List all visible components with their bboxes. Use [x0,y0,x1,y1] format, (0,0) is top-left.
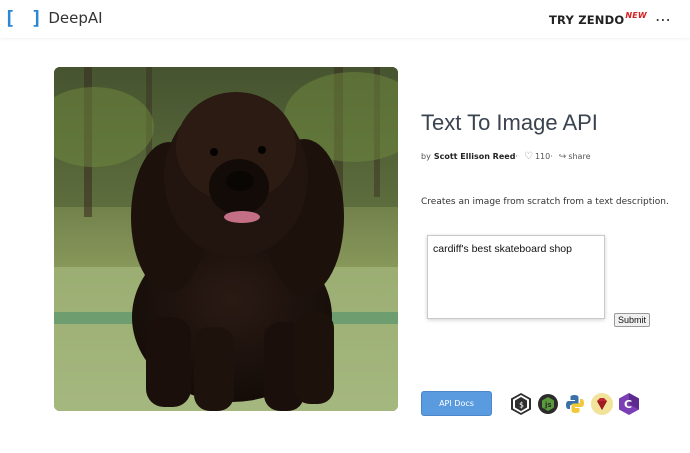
generated-image [54,67,398,411]
page-title: Text To Image API [421,110,598,135]
dog-photo-icon [54,67,398,411]
nodejs-icon[interactable]: js [536,392,560,416]
try-zendo-label: TRY ZENDO [549,13,625,27]
logo-text: DeepAI [48,9,103,27]
heart-icon[interactable]: ♡ [524,151,533,162]
logo-bracket-icon: [ ] [4,7,45,29]
byline-separator: · [515,152,518,161]
api-description: Creates an image from scratch from a tex… [421,197,669,207]
svg-text:js: js [544,401,552,409]
byline: by Scott Ellison Reed · ♡ 110 · ↪ share [421,151,591,162]
svg-text:C: C [624,398,632,411]
share-icon[interactable]: ↪ [559,152,567,162]
likes-count: 110 [534,152,551,161]
author-link[interactable]: Scott Ellison Reed [434,152,516,161]
shell-icon[interactable]: $ [509,392,533,416]
submit-button[interactable]: Submit [614,313,651,327]
more-options-icon[interactable]: ⋯ [655,10,672,29]
byline-separator-2: · [550,152,553,161]
text-prompt-input[interactable]: cardiff's best skateboard shop [427,235,605,319]
ruby-icon[interactable] [590,392,614,416]
try-zendo-link[interactable]: TRY ZENDONEW [549,11,647,27]
python-icon[interactable] [563,392,587,416]
svg-text:$: $ [519,401,524,410]
byline-prefix: by [421,152,431,161]
share-link[interactable]: share [568,152,590,161]
api-docs-button[interactable]: API Docs [421,391,492,416]
new-badge: NEW [625,11,647,20]
top-navigation-bar: [ ] DeepAI TRY ZENDONEW ⋯ [0,0,690,38]
deepai-logo[interactable]: [ ] DeepAI [4,7,103,29]
csharp-icon[interactable]: C [617,392,641,416]
